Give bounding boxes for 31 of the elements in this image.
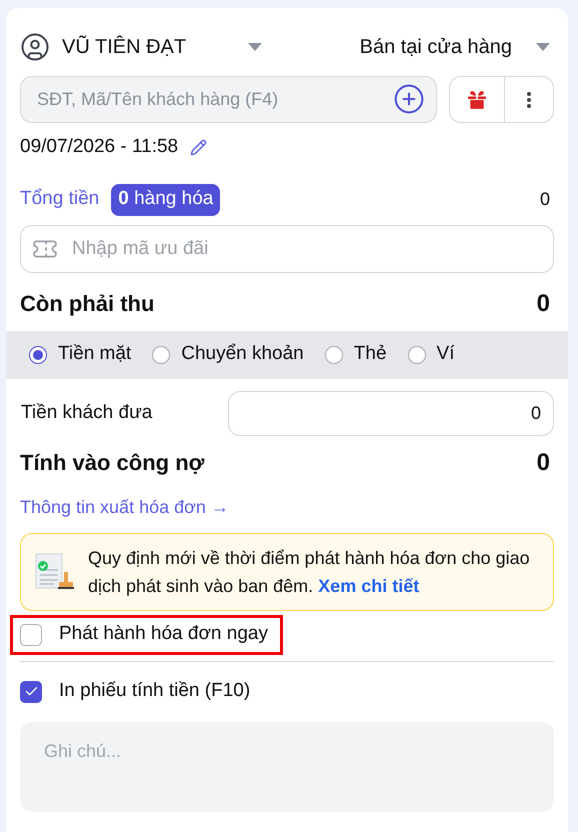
item-count-badge: 0 hàng hóa	[111, 184, 220, 216]
edit-icon[interactable]	[190, 138, 208, 156]
document-stamp-icon	[34, 552, 74, 592]
total-label: Tổng tiền	[20, 187, 100, 212]
option-checkbox[interactable]: Phát hành hóa đơn ngay	[10, 614, 283, 654]
view-details-link[interactable]: Xem chi tiết	[318, 576, 420, 596]
debt-label: Tính vào công nợ	[20, 449, 204, 477]
user-icon	[20, 32, 50, 62]
channel-dropdown[interactable]: Bán tại cửa hàng	[360, 32, 550, 62]
caret-icon	[536, 43, 550, 51]
notice-text: Quy định mới về thời điểm phát hành hóa đơn cho giao dịch phát sinh vào ban đêm. Xem chi tiết	[88, 546, 531, 598]
user-dropdown[interactable]: VŨ TIÊN ĐẠT	[62, 32, 262, 62]
payment-radio[interactable]: Ví	[408, 340, 454, 369]
customer-search-field[interactable]: SĐT, Mã/Tên khách hàng (F4)	[20, 76, 437, 123]
caret-icon	[248, 43, 262, 51]
payment-radio[interactable]: Chuyển khoản	[152, 340, 304, 369]
total-value: 0	[540, 188, 550, 211]
customer-paid-field[interactable]: 0	[228, 390, 554, 436]
add-icon[interactable]	[393, 83, 425, 115]
option-checkbox[interactable]: In phiếu tính tiền (F10)	[20, 672, 554, 712]
due-value: 0	[536, 288, 550, 318]
more-icon	[527, 92, 531, 108]
order-datetime: 09/07/2026 - 11:58	[20, 135, 178, 159]
coupon-field[interactable]: Nhập mã ưu đãi	[20, 224, 554, 272]
payment-radio[interactable]: Tiền mặt	[29, 340, 132, 369]
debt-value: 0	[536, 448, 550, 478]
note-field[interactable]: Ghi chú...	[20, 722, 554, 812]
payment-radio[interactable]: Thẻ	[324, 340, 387, 369]
due-label: Còn phải thu	[20, 290, 154, 318]
invoice-info-link[interactable]: Thông tin xuất hóa đơn →	[20, 494, 229, 520]
customer-paid-label: Tiền khách đưa	[21, 400, 152, 425]
